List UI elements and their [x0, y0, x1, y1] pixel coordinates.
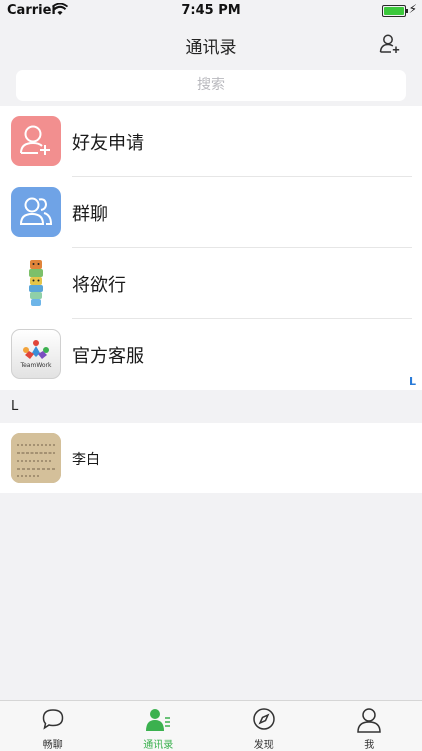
list-item-label: 群聊: [72, 200, 108, 226]
list-item-label: 好友申请: [72, 129, 144, 155]
add-contact-icon[interactable]: [378, 32, 402, 56]
navigation-bar: 通讯录: [0, 22, 422, 66]
tab-discover[interactable]: 发现: [211, 701, 317, 751]
list-item-official-support[interactable]: TeamWork 官方客服: [0, 319, 422, 390]
page-title: 通讯录: [0, 33, 422, 58]
teamwork-logo: TeamWork: [11, 329, 61, 379]
list-item-label: 将欲行: [72, 271, 126, 297]
list-item-label: 李白: [72, 449, 100, 469]
list-item-friend-requests[interactable]: 好友申请: [0, 106, 422, 177]
section-index-letter[interactable]: L: [409, 375, 416, 388]
status-bar: Carrier 7:45 PM ⚡: [0, 0, 422, 22]
add-friend-icon: [11, 116, 61, 166]
contacts-top-list: 好友申请 群聊 将欲行: [0, 106, 422, 390]
list-item-contact-libai[interactable]: 李白: [0, 423, 422, 493]
contacts-icon: [145, 707, 171, 733]
calligraphy-avatar: [11, 433, 61, 483]
tab-contacts[interactable]: 通讯录: [106, 701, 212, 751]
section-letter: L: [11, 399, 18, 414]
list-item-group-chat[interactable]: 群聊: [0, 177, 422, 248]
section-header: L: [0, 391, 422, 423]
tab-label: 我: [317, 736, 422, 751]
charging-icon: ⚡: [409, 2, 417, 16]
contacts-l-list: 李白: [0, 423, 422, 493]
clock: 7:45 PM: [0, 3, 422, 18]
battery-icon: [382, 5, 406, 17]
compass-icon: [252, 707, 276, 731]
tab-me[interactable]: 我: [317, 701, 422, 751]
tab-label: 发现: [211, 736, 317, 751]
tab-label: 畅聊: [0, 736, 106, 751]
tab-chat[interactable]: 畅聊: [0, 701, 106, 751]
totem-avatar: [11, 258, 61, 308]
tab-label: 通讯录: [106, 736, 212, 751]
list-item-contact-jiangyuxing[interactable]: 将欲行: [0, 248, 422, 319]
group-icon: [11, 187, 61, 237]
person-icon: [356, 707, 382, 733]
search-input[interactable]: 搜索: [16, 70, 406, 101]
search-bar: 搜索: [0, 66, 422, 106]
list-item-label: 官方客服: [72, 342, 144, 368]
chat-bubble-icon: [41, 707, 65, 731]
teamwork-logo-text: TeamWork: [12, 362, 60, 369]
tab-bar: 畅聊 通讯录 发现 我: [0, 700, 422, 751]
